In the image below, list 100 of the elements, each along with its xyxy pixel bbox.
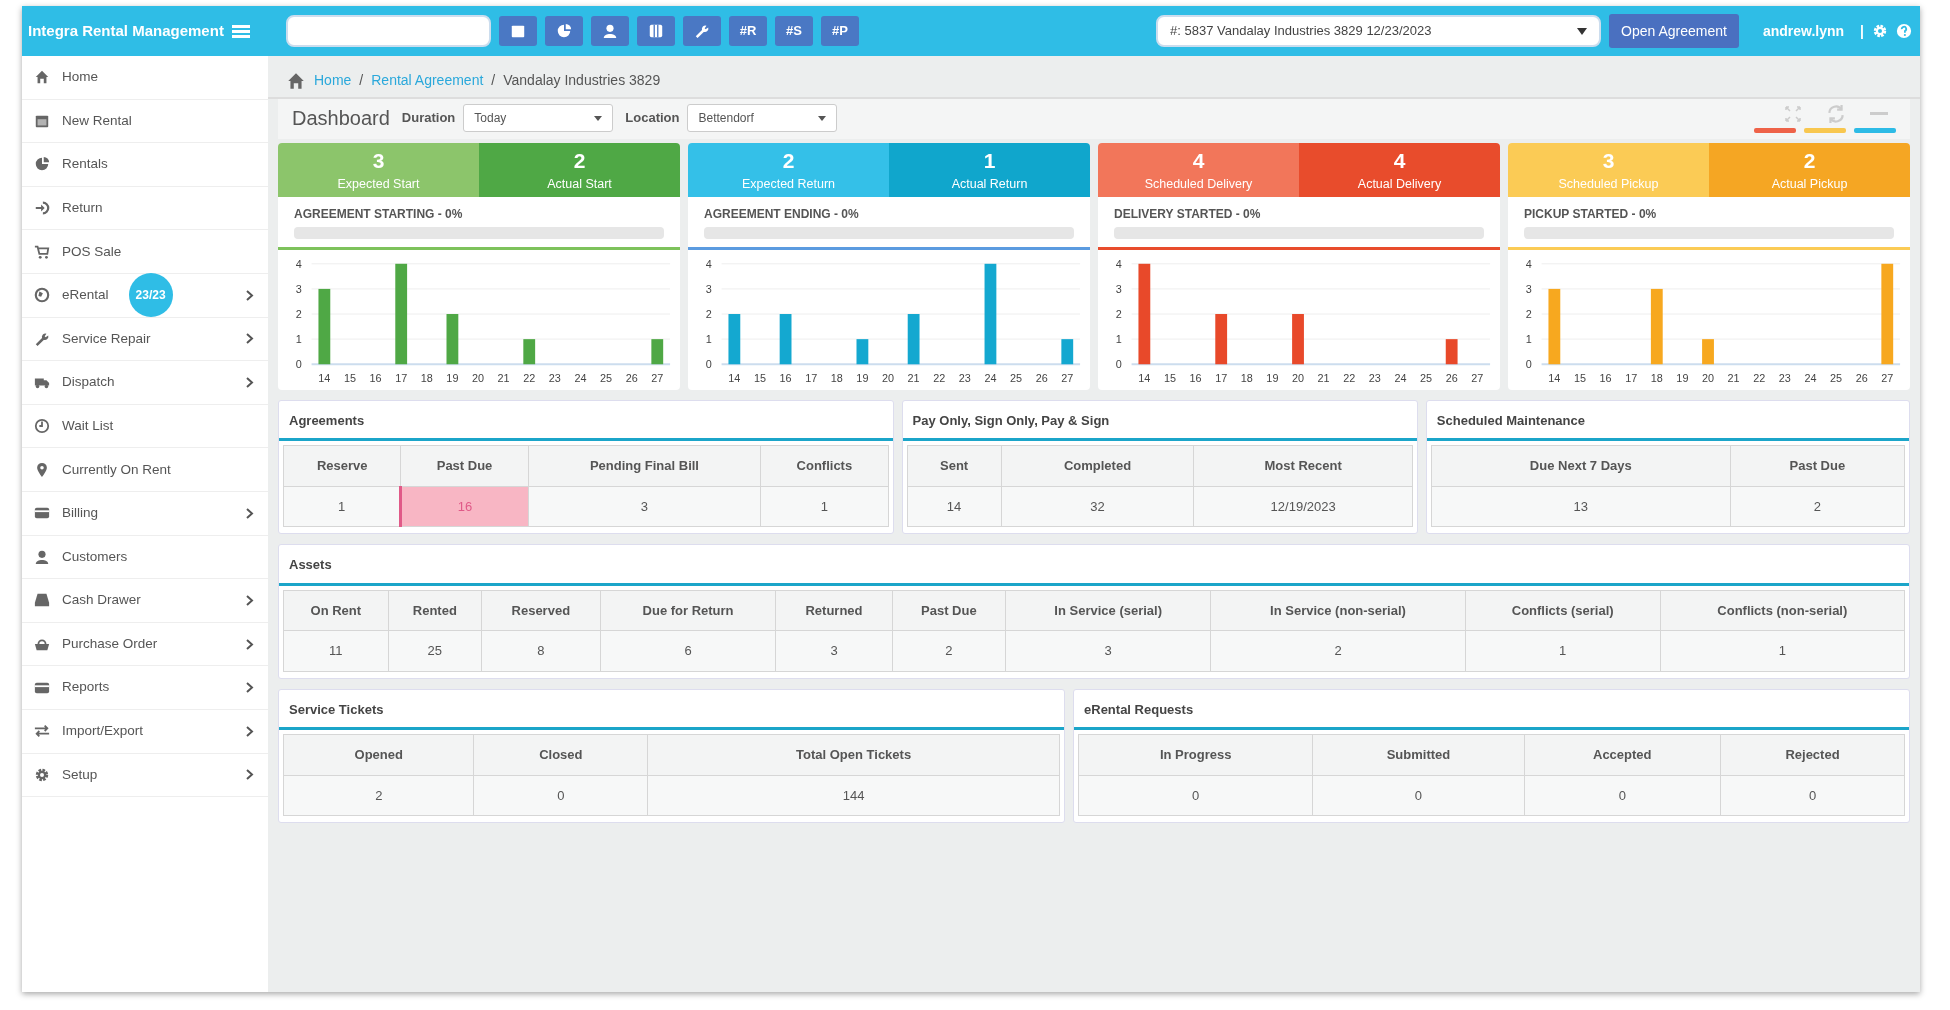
clock-icon xyxy=(34,418,50,435)
axis-label: 27 xyxy=(1881,372,1894,385)
sidebar-item[interactable]: Wait List xyxy=(22,404,268,449)
open-agreement-button[interactable]: Open Agreement xyxy=(1609,14,1739,48)
shortcut-button[interactable]: #R xyxy=(729,16,767,46)
stat-value: 2 xyxy=(781,148,796,174)
filter-select[interactable]: Bettendorf xyxy=(687,104,838,132)
help-icon[interactable] xyxy=(1896,23,1912,39)
column-header: Opened xyxy=(283,734,474,776)
table-cell: 32 xyxy=(1001,486,1194,527)
expand-icon[interactable] xyxy=(1784,104,1802,123)
table-cell: 3 xyxy=(1005,630,1211,672)
axis-label: 22 xyxy=(933,372,946,385)
axis-label: 3 xyxy=(1525,282,1532,295)
axis-label: 26 xyxy=(1445,372,1458,385)
axis-label: 19 xyxy=(446,372,459,385)
sidebar-item[interactable]: Service Repair xyxy=(22,317,268,362)
axis-label: 23 xyxy=(1368,372,1381,385)
table-cell: 16 xyxy=(400,486,529,527)
minimize-icon[interactable] xyxy=(1870,111,1888,116)
sidebar-item[interactable]: POS Sale xyxy=(22,230,268,274)
stat-label: Actual Pickup xyxy=(1771,177,1848,192)
axis-label: 1 xyxy=(1115,333,1122,346)
sidebar-item[interactable]: Reports xyxy=(22,666,268,710)
column-header: Closed xyxy=(474,734,648,776)
sidebar-item[interactable]: Customers xyxy=(22,535,268,580)
axis-label: 0 xyxy=(295,358,302,371)
refresh-icon[interactable] xyxy=(1826,103,1846,124)
axis-label: 4 xyxy=(295,257,302,270)
dashboard-title: Dashboard xyxy=(292,106,390,131)
sidebar-item[interactable]: Return xyxy=(22,186,268,231)
theme-swatch[interactable] xyxy=(1804,127,1846,133)
axis-label: 27 xyxy=(1061,372,1074,385)
axis-label: 27 xyxy=(651,372,664,385)
axis-label: 22 xyxy=(523,372,536,385)
table-cell: 11 xyxy=(283,630,389,672)
filter-select[interactable]: Today xyxy=(463,104,614,132)
menu-label: Reports xyxy=(62,678,110,697)
column-header: Past Due xyxy=(400,445,529,487)
toolbar-button[interactable] xyxy=(637,16,675,46)
chart-bar xyxy=(907,314,920,365)
gear-icon[interactable] xyxy=(1872,23,1888,39)
toolbar-button[interactable] xyxy=(545,16,583,46)
sidebar-item[interactable]: Import/Export xyxy=(22,709,268,754)
toolbar-button[interactable] xyxy=(591,16,629,46)
column-header: Conflicts (non-serial) xyxy=(1660,590,1905,631)
sidebar-item[interactable]: New Rental xyxy=(22,99,268,144)
column-header: Due Next 7 Days xyxy=(1431,445,1731,487)
stat-value: 3 xyxy=(371,148,386,174)
axis-label: 17 xyxy=(1215,372,1228,385)
menu-icon[interactable] xyxy=(231,24,250,38)
chevron-icon xyxy=(246,289,254,301)
axis-label: 16 xyxy=(369,372,382,385)
axis-label: 2 xyxy=(1525,308,1532,320)
axis-label: 15 xyxy=(1163,372,1176,385)
stat-value: 4 xyxy=(1191,148,1206,174)
column-header: Returned xyxy=(775,590,893,631)
sidebar-item[interactable]: Cash Drawer xyxy=(22,579,268,623)
separator-text: | xyxy=(1860,21,1864,41)
toolbar-button[interactable] xyxy=(683,16,721,46)
sidebar-item[interactable]: Setup xyxy=(22,753,268,798)
sidebar-item[interactable]: Purchase Order xyxy=(22,622,268,667)
table-cell: 12/19/2023 xyxy=(1193,486,1413,527)
table-cell: 144 xyxy=(647,775,1060,816)
sidebar-item[interactable]: Home xyxy=(22,56,268,100)
agreement-select[interactable]: #: 5837 Vandalay Industries 3829 12/23/2023 xyxy=(1156,15,1602,47)
axis-label: 20 xyxy=(1702,372,1715,385)
sidebar-item[interactable]: Billing xyxy=(22,491,268,536)
axis-label: 18 xyxy=(420,372,433,385)
breadcrumb-separator: / xyxy=(491,71,496,90)
axis-label: 25 xyxy=(1830,372,1843,385)
column-header: Most Recent xyxy=(1193,445,1413,487)
stat-label: Actual Delivery xyxy=(1357,177,1442,192)
axis-label: 22 xyxy=(1753,372,1766,385)
axis-label: 16 xyxy=(1599,372,1612,385)
sidebar-item[interactable]: eRental 23/23 xyxy=(22,273,268,318)
axis-label: 15 xyxy=(753,372,766,385)
theme-swatch[interactable] xyxy=(1854,127,1896,133)
chevron-icon xyxy=(246,769,254,781)
table-cell: 8 xyxy=(481,630,601,672)
shortcut-button[interactable]: #P xyxy=(821,16,859,46)
shortcut-button[interactable]: #S xyxy=(775,16,813,46)
column-header: Completed xyxy=(1001,445,1194,487)
menu-label: Currently On Rent xyxy=(62,460,171,479)
column-header: Conflicts (serial) xyxy=(1465,590,1661,631)
table-cell: 13 xyxy=(1431,486,1731,527)
table-cell: 1 xyxy=(1465,630,1661,672)
house-icon xyxy=(34,69,50,86)
search-field[interactable] xyxy=(286,15,491,47)
caret-icon xyxy=(818,115,827,121)
app-title: Integra Rental Management xyxy=(28,20,224,41)
sidebar-item[interactable]: Rentals xyxy=(22,143,268,187)
wrench-icon xyxy=(694,23,710,39)
select-value: #: 5837 Vandalay Industries 3829 12/23/2023 xyxy=(1170,22,1432,41)
sidebar-item[interactable]: Dispatch xyxy=(22,361,268,405)
table-cell: 0 xyxy=(1078,775,1313,816)
sidebar-item[interactable]: Currently On Rent xyxy=(22,448,268,492)
toolbar-button[interactable] xyxy=(499,16,537,46)
stat-value: 2 xyxy=(1802,148,1817,174)
theme-swatch[interactable] xyxy=(1754,127,1796,133)
